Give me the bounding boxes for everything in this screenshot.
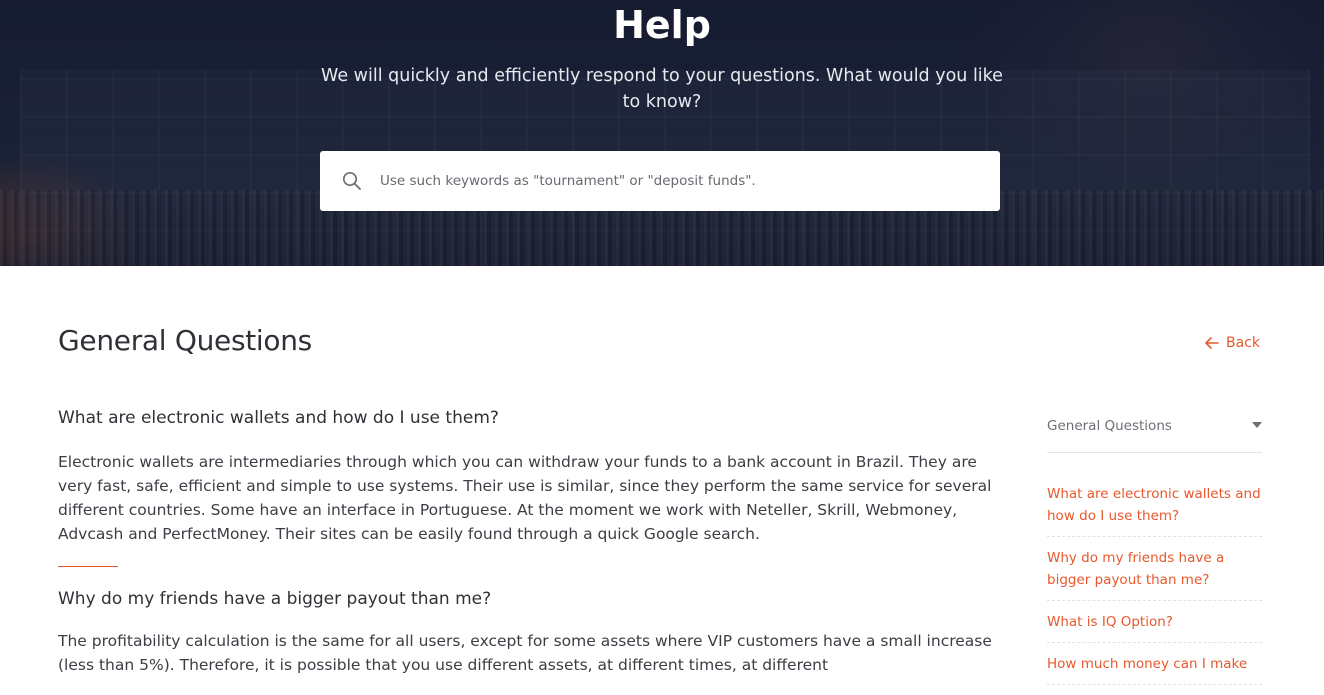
question-list: What are electronic wallets and how do I… — [1047, 483, 1262, 695]
search-input[interactable] — [380, 151, 980, 211]
question-title: Why do my friends have a bigger payout t… — [58, 589, 492, 609]
question-answer: The profitability calculation is the sam… — [58, 632, 992, 674]
back-link[interactable]: Back — [1204, 335, 1260, 351]
search-icon — [342, 171, 361, 190]
sidebar-question-link[interactable]: What are electronic wallets and how do I… — [1047, 483, 1262, 537]
category-select[interactable]: General Questions — [1047, 410, 1262, 453]
section-title: General Questions — [58, 324, 312, 357]
question-answer: Electronic wallets are intermediaries th… — [58, 453, 992, 543]
back-label: Back — [1226, 335, 1260, 351]
question-divider — [58, 566, 118, 567]
sidebar-question-link[interactable]: How much money can I make — [1047, 653, 1262, 685]
question-title: What are electronic wallets and how do I… — [58, 408, 499, 428]
help-hero-banner: Help We will quickly and efficiently res… — [0, 0, 1324, 266]
faq-sidebar: General Questions What are electronic wa… — [1047, 410, 1262, 685]
search-box[interactable] — [320, 151, 1000, 211]
hero-subtitle: We will quickly and efficiently respond … — [321, 66, 1003, 112]
sidebar-question-link[interactable]: What is IQ Option? — [1047, 611, 1262, 643]
page-hero-title: Help — [613, 3, 711, 47]
chevron-down-icon — [1252, 422, 1262, 428]
sidebar-question-link[interactable]: Why do my friends have a bigger payout t… — [1047, 547, 1262, 601]
category-select-value: General Questions — [1047, 418, 1172, 434]
arrow-left-icon — [1205, 337, 1219, 349]
